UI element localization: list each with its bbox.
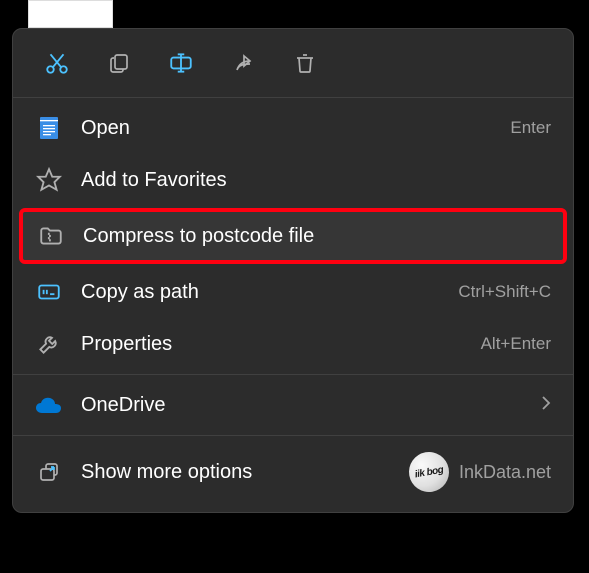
divider xyxy=(13,374,573,375)
watermark: iik bog InkData.net xyxy=(409,452,551,492)
chevron-right-icon xyxy=(541,395,551,416)
watermark-text: InkData.net xyxy=(459,462,551,483)
copypath-shortcut: Ctrl+Shift+C xyxy=(458,282,551,302)
zip-folder-icon xyxy=(37,222,65,250)
open-shortcut: Enter xyxy=(510,118,551,138)
file-thumbnail xyxy=(28,0,113,28)
cut-icon xyxy=(44,50,70,76)
more-options-label: Show more options xyxy=(81,461,409,484)
copy-button[interactable] xyxy=(103,47,135,79)
copypath-label: Copy as path xyxy=(81,281,458,304)
delete-icon xyxy=(293,51,317,75)
more-options-icon xyxy=(35,458,63,486)
share-button[interactable] xyxy=(227,47,259,79)
compress-menu-item[interactable]: Compress to postcode file xyxy=(19,208,567,264)
onedrive-menu-item[interactable]: OneDrive xyxy=(13,379,573,431)
star-icon xyxy=(35,166,63,194)
copy-icon xyxy=(107,51,131,75)
favorites-menu-item[interactable]: Add to Favorites xyxy=(13,154,573,206)
properties-menu-item[interactable]: Properties Alt+Enter xyxy=(13,318,573,370)
onedrive-icon xyxy=(35,391,63,419)
properties-label: Properties xyxy=(81,333,481,356)
properties-shortcut: Alt+Enter xyxy=(481,334,551,354)
divider xyxy=(13,435,573,436)
delete-button[interactable] xyxy=(289,47,321,79)
watermark-badge: iik bog xyxy=(406,449,452,495)
open-menu-item[interactable]: Open Enter xyxy=(13,102,573,154)
compress-label: Compress to postcode file xyxy=(83,225,549,248)
rename-icon xyxy=(168,50,194,76)
more-options-menu-item[interactable]: Show more options iik bog InkData.net xyxy=(13,440,573,504)
rename-button[interactable] xyxy=(165,47,197,79)
copypath-menu-item[interactable]: Copy as path Ctrl+Shift+C xyxy=(13,266,573,318)
favorites-label: Add to Favorites xyxy=(81,169,551,192)
cut-button[interactable] xyxy=(41,47,73,79)
share-icon xyxy=(231,51,255,75)
onedrive-label: OneDrive xyxy=(81,394,541,417)
open-icon xyxy=(35,114,63,142)
wrench-icon xyxy=(35,330,63,358)
divider xyxy=(13,97,573,98)
copypath-icon xyxy=(35,278,63,306)
action-toolbar xyxy=(13,37,573,93)
open-label: Open xyxy=(81,117,510,140)
context-menu: Open Enter Add to Favorites Compress to … xyxy=(12,28,574,513)
